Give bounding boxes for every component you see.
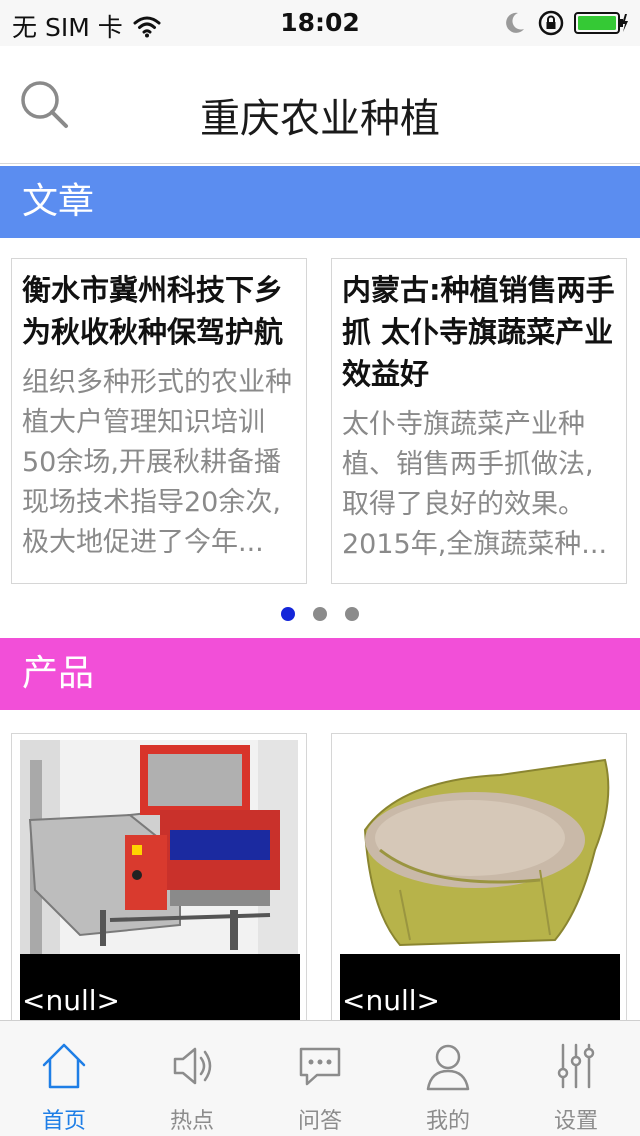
product-card[interactable]: <null> — [11, 733, 307, 1033]
status-right — [504, 10, 628, 36]
tab-bar: 首页 热点 问答 我的 设置 — [0, 1020, 640, 1136]
page-dot[interactable] — [345, 607, 359, 621]
section-title-articles: 文章 — [22, 181, 95, 222]
tab-home[interactable]: 首页 — [0, 1021, 128, 1136]
status-bar: 无 SIM 卡 18:02 — [0, 0, 640, 46]
article-card[interactable]: 内蒙古:种植销售两手抓 太仆寺旗蔬菜产业效益好 太仆寺旗蔬菜产业种植、销售两手抓… — [331, 258, 627, 584]
section-title-products: 产品 — [22, 653, 95, 694]
machine-image — [20, 740, 298, 954]
tab-hot[interactable]: 热点 — [128, 1021, 256, 1136]
speaker-icon — [173, 1047, 212, 1085]
moon-icon — [506, 12, 524, 33]
page-title: 重庆农业种植 — [200, 96, 440, 142]
settings-icon — [557, 1043, 595, 1089]
sack-image — [340, 740, 618, 954]
chat-icon — [299, 1047, 341, 1086]
article-card[interactable]: 衡水市冀州科技下乡为秋收秋种保驾护航 组织多种形式的农业种植大户管理知识培训50… — [11, 258, 307, 584]
battery-icon — [574, 12, 628, 34]
tab-me[interactable]: 我的 — [384, 1021, 512, 1136]
tab-label: 我的 — [425, 1109, 470, 1134]
app-header: 重庆农业种植 — [0, 46, 640, 164]
page-dot-active[interactable] — [281, 607, 295, 621]
page-indicator[interactable] — [0, 607, 640, 621]
tab-label: 热点 — [169, 1109, 214, 1134]
section-bar-products: 产品 — [0, 638, 640, 710]
article-summary: 组织多种形式的农业种植大户管理知识培训50余场,开展秋耕备播现场技术指导20余次… — [22, 367, 292, 558]
article-title: 衡水市冀州科技下乡为秋收秋种保驾护航 — [22, 273, 284, 349]
product-card[interactable]: <null> — [331, 733, 627, 1033]
home-icon — [42, 1043, 86, 1089]
article-title: 内蒙古:种植销售两手抓 太仆寺旗蔬菜产业效益好 — [342, 273, 615, 391]
page-dot[interactable] — [313, 607, 327, 621]
tab-label: 问答 — [297, 1109, 342, 1134]
tab-settings[interactable]: 设置 — [512, 1021, 640, 1136]
user-icon — [426, 1044, 470, 1091]
tab-label: 首页 — [41, 1109, 86, 1134]
rotation-lock-icon — [538, 10, 564, 36]
article-summary: 太仆寺旗蔬菜产业种植、销售两手抓做法,取得了良好的效果。2015年,全旗蔬菜种.… — [342, 409, 608, 560]
section-bar-articles: 文章 — [0, 166, 640, 238]
tab-label: 设置 — [553, 1109, 598, 1134]
tab-qa[interactable]: 问答 — [256, 1021, 384, 1136]
